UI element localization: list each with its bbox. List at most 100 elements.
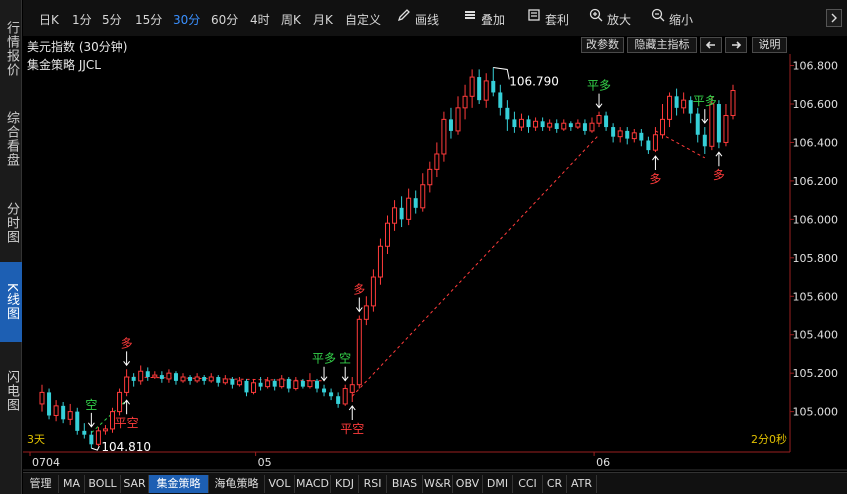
candle-body — [631, 132, 637, 140]
arbitrage-button[interactable]: 套利 — [545, 11, 569, 28]
indicator-tab-5[interactable]: 海龟策略 — [209, 475, 265, 493]
indicator-tab-1[interactable]: MA — [59, 475, 85, 493]
candle-body — [589, 122, 595, 132]
x-tick-label: 0704 — [32, 456, 60, 469]
zoom-out-icon[interactable] — [651, 8, 665, 22]
left-tab-3[interactable]: K线图 — [0, 262, 22, 342]
period-5[interactable]: 60分 — [211, 11, 238, 28]
candle-body — [307, 380, 313, 388]
candle-body — [483, 80, 489, 101]
candle-body — [491, 80, 496, 93]
candle-body — [427, 168, 433, 186]
draw-line-button[interactable]: 画线 — [415, 11, 439, 28]
candle-body — [363, 305, 369, 320]
period-6[interactable]: 4时 — [250, 11, 270, 28]
candle-body — [293, 380, 299, 390]
period-7[interactable]: 周K — [281, 11, 301, 28]
indicator-tab-16[interactable]: ATR — [567, 475, 597, 493]
overlay-button[interactable]: 叠加 — [481, 11, 505, 28]
indicator-tab-8[interactable]: KDJ — [331, 475, 359, 493]
period-1[interactable]: 1分 — [72, 11, 92, 28]
hide-indicator-button[interactable]: 隐藏主指标 — [627, 37, 697, 53]
candle-body — [188, 377, 193, 381]
candle-body — [265, 380, 271, 388]
period-4[interactable]: 30分 — [173, 11, 200, 28]
candle-body — [611, 127, 616, 137]
candle-body — [533, 120, 539, 128]
layers-icon[interactable] — [463, 8, 477, 22]
left-tab-0[interactable]: 行情报价 — [0, 8, 22, 90]
candle-body — [709, 103, 715, 147]
indicator-tab-9[interactable]: RSI — [359, 475, 387, 493]
signal-arrow — [715, 151, 723, 167]
left-tab-2[interactable]: 分时图 — [0, 190, 22, 256]
signal-label: 平多 — [693, 94, 717, 108]
indicator-tab-12[interactable]: OBV — [453, 475, 483, 493]
candle-body — [596, 115, 602, 124]
candle-body — [314, 380, 319, 389]
zoom-in-button[interactable]: 放大 — [607, 11, 631, 28]
indicator-tab-7[interactable]: MACD — [295, 475, 331, 493]
candle-body — [392, 207, 398, 224]
next-button[interactable] — [725, 37, 747, 53]
y-tick-label: 106.400 — [793, 136, 839, 149]
left-tab-label: 行情报价 — [4, 21, 19, 77]
arrow-left-icon — [705, 41, 715, 49]
signal-arrow — [355, 297, 363, 313]
left-tab-1[interactable]: 综合看盘 — [0, 98, 22, 180]
signal-label: 多 — [713, 168, 725, 182]
candle-body — [202, 377, 207, 381]
candle-body — [300, 380, 305, 387]
prev-button[interactable] — [700, 37, 722, 53]
candle-body — [244, 380, 249, 393]
indicator-tab-3[interactable]: SAR — [121, 475, 149, 493]
high-marker-line — [493, 66, 510, 80]
candle-body — [89, 434, 94, 445]
period-9[interactable]: 自定义 — [345, 11, 381, 28]
indicator-tab-14[interactable]: CCI — [513, 475, 543, 493]
indicator-tab-10[interactable]: BIAS — [387, 475, 423, 493]
pencil-icon[interactable] — [397, 8, 411, 22]
candle-body — [159, 375, 164, 379]
candle-body — [723, 115, 729, 143]
signal-arrow — [320, 366, 328, 382]
candle-body — [349, 384, 355, 393]
candle-body — [652, 134, 658, 151]
candle-body — [236, 380, 242, 386]
arbitrage-icon[interactable] — [527, 8, 541, 22]
candle-body — [420, 184, 426, 209]
indicator-tab-2[interactable]: BOLL — [85, 475, 121, 493]
signal-link — [351, 134, 600, 397]
candle-body — [625, 130, 630, 139]
candle-body — [102, 428, 108, 432]
help-button[interactable]: 说明 — [752, 37, 787, 53]
indicator-tab-6[interactable]: VOL — [265, 475, 295, 493]
indicator-tab-15[interactable]: CR — [543, 475, 567, 493]
edit-params-button[interactable]: 改参数 — [581, 37, 624, 53]
period-0[interactable]: 日K — [39, 11, 59, 28]
low-marker-line — [91, 445, 100, 451]
period-3[interactable]: 15分 — [135, 11, 162, 28]
toolbar: 日K 1分 5分 15分 30分 60分 4时 周K 月K 自定义 画线 叠加 套利 放大 缩小 — [23, 0, 847, 36]
candle-body — [329, 392, 334, 397]
candle-body — [667, 95, 673, 120]
candle-body — [455, 107, 461, 132]
candle-body — [547, 122, 553, 128]
indicator-tab-11[interactable]: W&R — [423, 475, 453, 493]
indicator-tab-4[interactable]: 集金策略 — [149, 475, 209, 493]
zoom-out-button[interactable]: 缩小 — [669, 11, 693, 28]
candle-body — [540, 121, 545, 128]
left-tab-4[interactable]: 闪电图 — [0, 362, 22, 420]
candle-body — [575, 122, 581, 128]
candle-body — [526, 119, 531, 128]
indicator-tab-13[interactable]: DMI — [483, 475, 513, 493]
indicator-tab-0[interactable]: 管理 — [23, 475, 59, 493]
period-8[interactable]: 月K — [313, 11, 333, 28]
collapse-button[interactable] — [826, 9, 842, 27]
candle-body — [448, 119, 453, 131]
y-tick-label: 105.400 — [793, 329, 839, 342]
candle-body — [124, 376, 130, 393]
zoom-in-icon[interactable] — [589, 8, 603, 22]
kline-chart[interactable]: 106.800 106.600 106.400 106.200 106.000 105.8… — [0, 0, 847, 494]
period-2[interactable]: 5分 — [102, 11, 122, 28]
